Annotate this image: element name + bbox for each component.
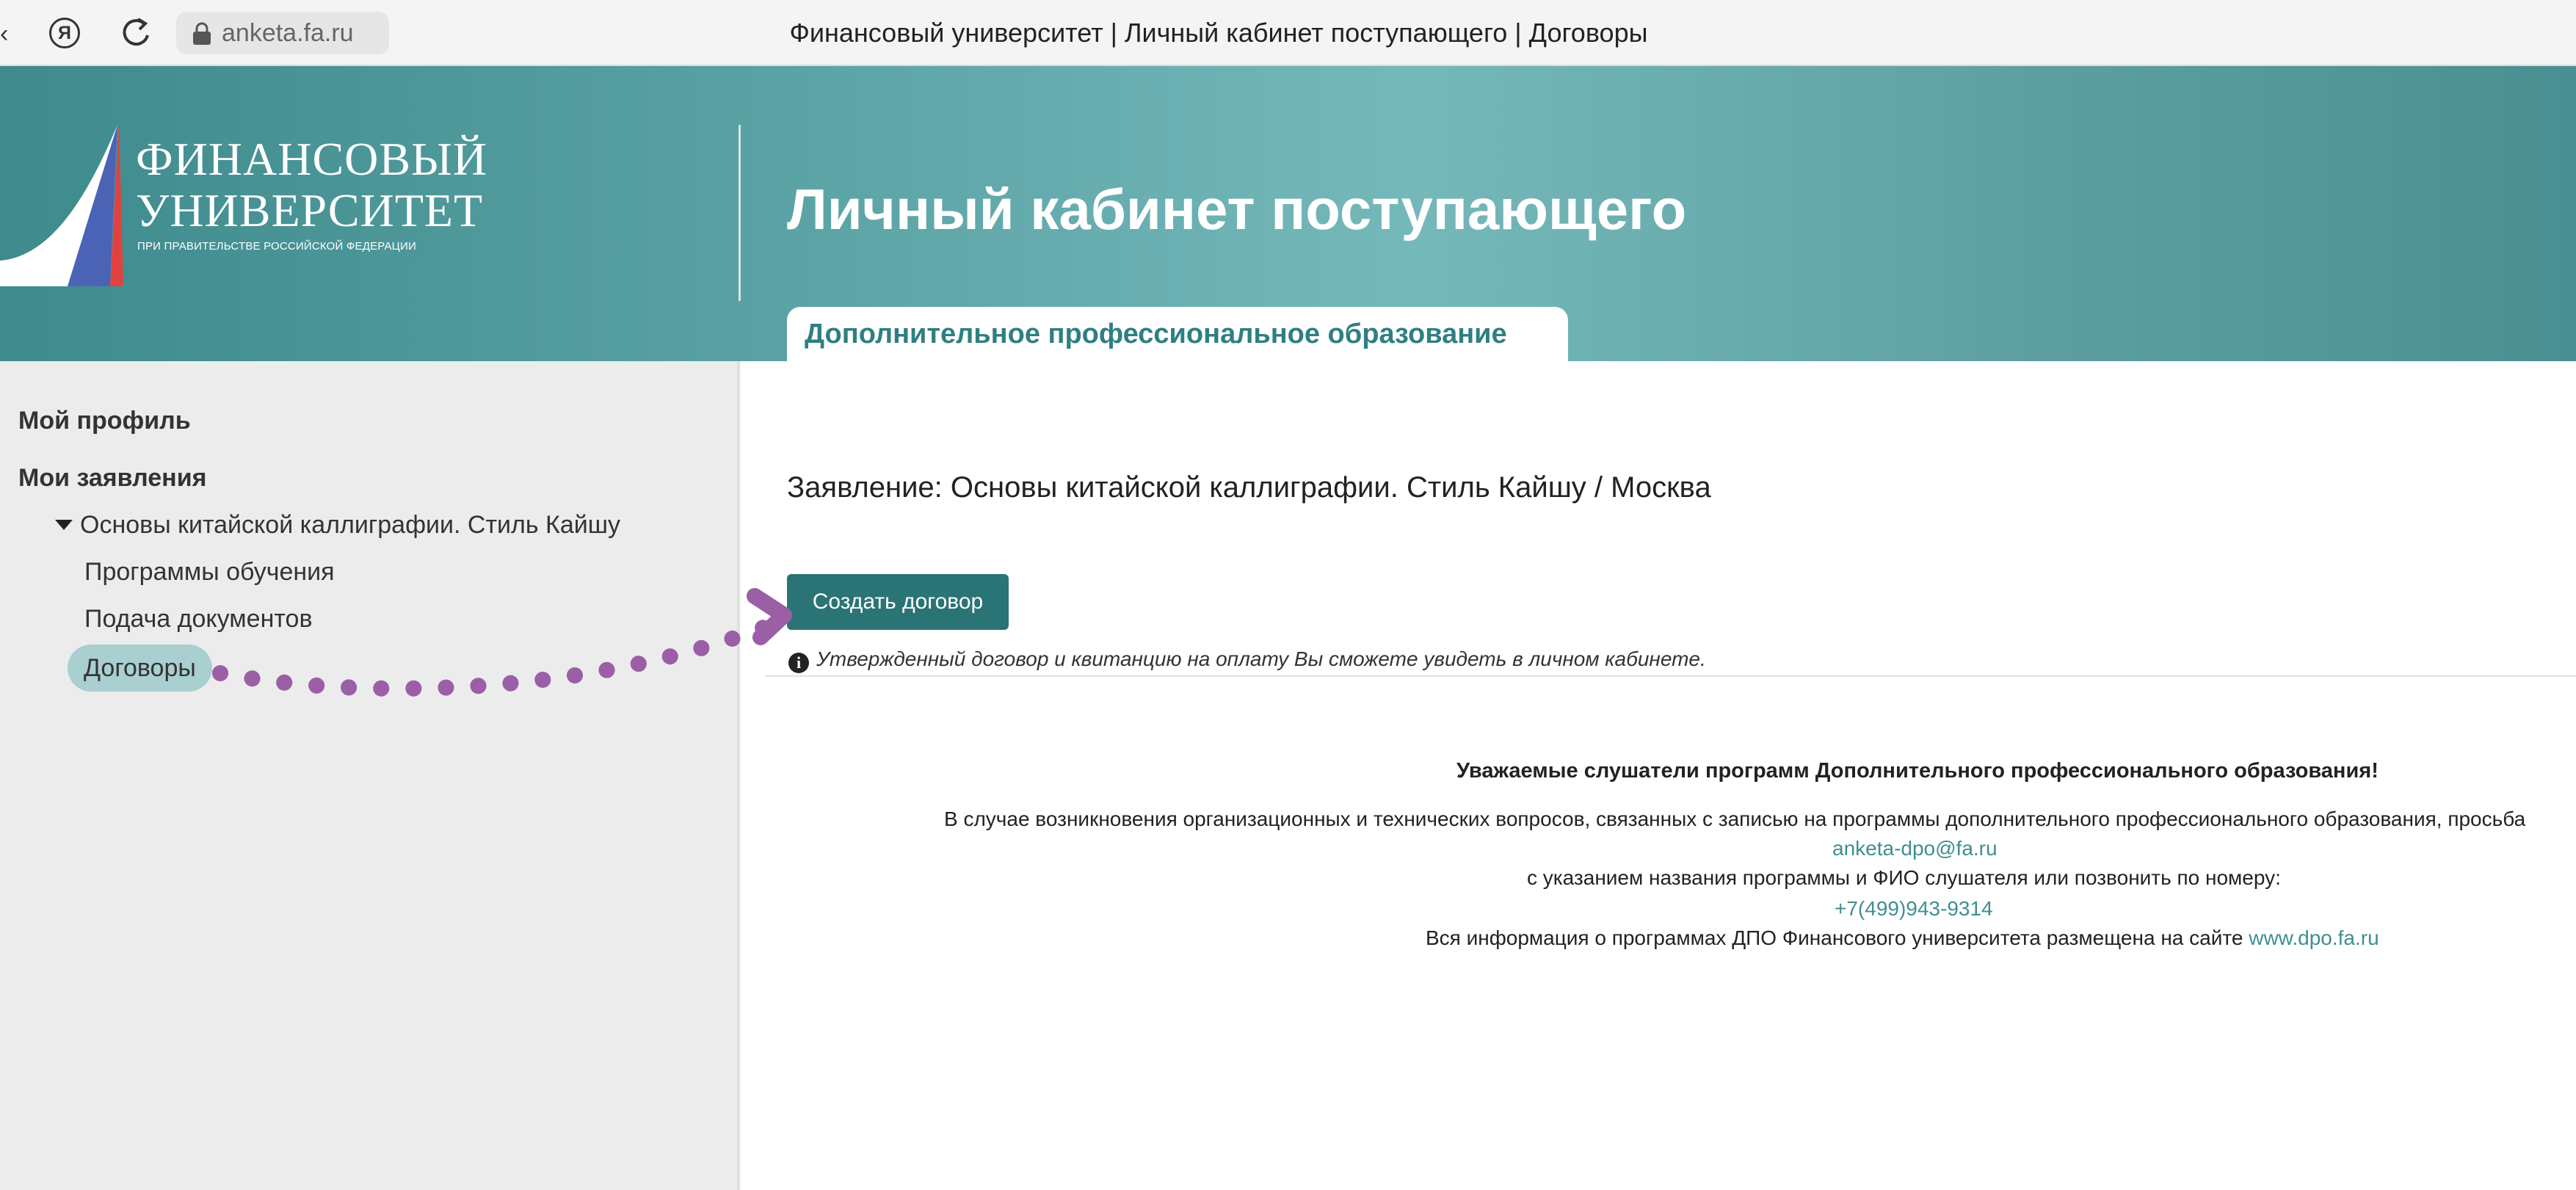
- sidebar-item-applications[interactable]: Мои заявления: [18, 464, 206, 493]
- reload-icon[interactable]: [117, 13, 154, 51]
- caret-down-icon[interactable]: [55, 520, 73, 530]
- logo-emblem-icon: [0, 123, 123, 286]
- notice-phone-link[interactable]: +7(499)943-9314: [1835, 897, 1993, 921]
- sidebar: Мой профиль Мои заявления Основы китайск…: [0, 361, 740, 1190]
- logo-line1: ФИНАНСОВЫЙ: [136, 133, 488, 185]
- yandex-icon[interactable]: Я: [49, 18, 80, 48]
- logo-line2: УНИВЕРСИТЕТ: [136, 184, 484, 236]
- header-divider: [739, 125, 741, 301]
- header-title: Личный кабинет поступающего: [787, 177, 1687, 242]
- sidebar-item-profile[interactable]: Мой профиль: [18, 407, 191, 435]
- browser-bar: ‹ Я anketa.fa.ru Финансовый университет …: [0, 0, 2576, 66]
- sidebar-item-programs[interactable]: Программы обучения: [84, 558, 335, 587]
- logo-line3: ПРИ ПРАВИТЕЛЬСТВЕ РОССИЙСКОЙ ФЕДЕРАЦИИ: [137, 240, 416, 253]
- site-header: ФИНАНСОВЫЙ УНИВЕРСИТЕТ ПРИ ПРАВИТЕЛЬСТВЕ…: [0, 66, 2576, 361]
- notice-block: Уважаемые слушатели программ Дополнитель…: [743, 361, 2576, 1190]
- tab-additional-education[interactable]: Дополнительное профессиональное образова…: [787, 307, 1568, 361]
- sidebar-course-label: Основы китайской каллиграфии. Стиль Кайш…: [80, 511, 621, 539]
- notice-heading: Уважаемые слушатели программ Дополнитель…: [1456, 759, 2379, 783]
- notice-line1: В случае возникновения организационных и…: [944, 808, 2526, 830]
- notice-email-link[interactable]: anketa-dpo@fa.ru: [1832, 837, 1998, 860]
- notice-line3-text: Вся информация о программах ДПО Финансов…: [1426, 926, 2243, 949]
- lock-icon: [193, 22, 211, 45]
- sidebar-item-documents[interactable]: Подача документов: [84, 605, 313, 634]
- notice-line3: Вся информация о программах ДПО Финансов…: [1426, 926, 2379, 950]
- sidebar-item-contracts[interactable]: Договоры: [68, 645, 212, 692]
- main-content: Заявление: Основы китайской каллиграфии.…: [743, 361, 2576, 1190]
- university-logo[interactable]: ФИНАНСОВЫЙ УНИВЕРСИТЕТ ПРИ ПРАВИТЕЛЬСТВЕ…: [0, 103, 487, 286]
- notice-site-link[interactable]: www.dpo.fa.ru: [2249, 926, 2379, 949]
- page-title-bar: Финансовый университет | Личный кабинет …: [789, 18, 1648, 48]
- back-arrow-icon[interactable]: ‹: [0, 21, 10, 47]
- page: ‹ Я anketa.fa.ru Финансовый университет …: [0, 0, 2576, 1190]
- sidebar-item-course[interactable]: Основы китайской каллиграфии. Стиль Кайш…: [55, 511, 620, 540]
- notice-line2: с указанием названия программы и ФИО слу…: [1527, 866, 2281, 889]
- address-bar[interactable]: anketa.fa.ru: [176, 12, 389, 54]
- url-text: anketa.fa.ru: [222, 19, 354, 47]
